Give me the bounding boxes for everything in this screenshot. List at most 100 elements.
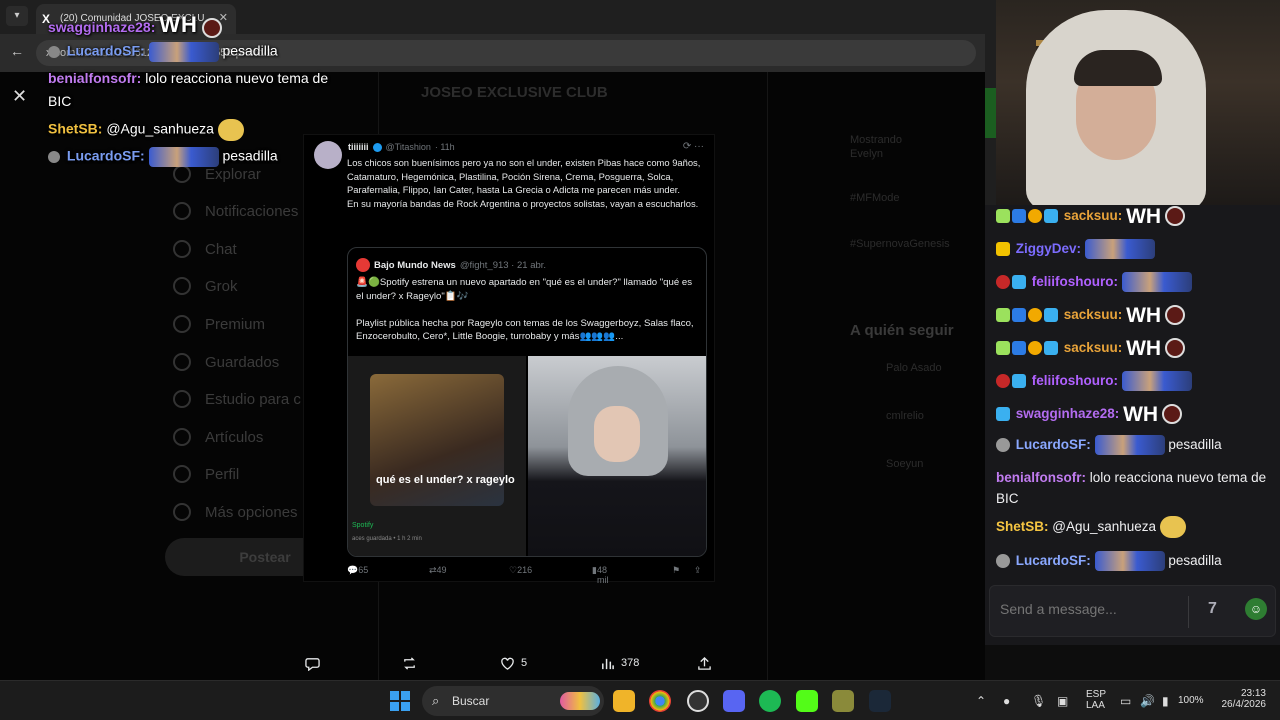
volume-icon[interactable]: 🔊 [1140,694,1155,708]
more-icon [173,503,191,521]
tab-search-dropdown-icon[interactable]: ▾ [6,6,28,26]
sidebar-item-explore[interactable]: Explorar [173,165,261,183]
chat-footer [985,645,1280,680]
cube-badge-icon [996,407,1010,422]
sidebar-item-notifications[interactable]: Notificaciones [173,202,298,220]
chat-text: pesadilla [1168,553,1222,568]
suggestion-name[interactable]: Soeyun [886,458,923,470]
crown-badge-icon [996,242,1010,257]
quote-image-artist [528,356,706,556]
clock[interactable]: 23:13 26/4/2026 [1216,688,1267,720]
tweet-header: tiiiiiii @Titashion · 11h [348,142,455,152]
sidebar-item-label: Más opciones [205,503,298,521]
close-photo-icon[interactable]: ✕ [12,86,27,107]
premium-icon [173,315,191,333]
tray-device-icon[interactable]: ▣ [1057,694,1068,708]
sidebar-item-studio[interactable]: Estudio para c [173,390,301,408]
chrome-icon[interactable] [649,690,671,712]
chat-message: feliifoshouro: [996,271,1274,293]
like-count: ♡ 216 [509,565,533,575]
game-app-icon[interactable] [832,690,854,712]
spotify-icon[interactable] [759,690,781,712]
cube-badge-icon [1012,374,1026,389]
battery-icon[interactable]: ▮ [1162,694,1169,708]
language-indicator[interactable]: ESP LAA [1086,689,1106,720]
article-icon [173,428,191,446]
chat-username[interactable]: ShetSB: [996,519,1049,534]
chat-username[interactable]: feliifoshouro: [1032,373,1118,388]
share-icon [698,656,711,670]
back-arrow-icon[interactable]: ← [10,43,24,59]
suggestion-name[interactable]: Palo Asado [886,362,942,374]
chat-message: sacksuu: WH [996,304,1274,326]
chat-message-input[interactable] [1000,601,1180,617]
language-code: ESP [1086,689,1107,700]
quoted-tweet: Bajo Mundo News @fight_913 · 21 abr. 🚨🟢S… [347,247,707,557]
tray-app-icon[interactable]: ● [1003,694,1010,708]
file-explorer-icon[interactable] [613,690,635,712]
sidebar-item-grok[interactable]: Grok [173,277,238,295]
kick-icon[interactable] [796,690,818,712]
chat-username[interactable]: sacksuu: [1064,340,1123,355]
windows-start-icon[interactable] [390,691,410,711]
obs-icon[interactable] [687,690,709,712]
chat-username[interactable]: ZiggyDev: [1016,241,1081,256]
7tv-icon[interactable]: 7 [1208,600,1217,618]
trend-item[interactable]: Evelyn [850,148,883,160]
quote-image-playlist: qué es el under? x rageylo Spotify aces … [348,356,526,556]
tray-chevron-up-icon[interactable]: ⌃ [976,694,986,708]
sidebar-item-articles[interactable]: Artículos [173,428,263,446]
discord-icon[interactable] [723,690,745,712]
like-button[interactable]: 5 [500,656,527,671]
search-label: Buscar [452,694,490,708]
sidebar-item-label: Chat [205,240,237,258]
taskbar-search[interactable]: ⌕ Buscar [422,686,604,716]
microphone-icon[interactable]: 🎙 [1031,694,1046,708]
sidebar-item-more[interactable]: Más opciones [173,503,298,521]
steam-icon[interactable] [869,690,891,712]
trend-item[interactable]: #MFMode [850,192,900,204]
repost-button[interactable] [402,656,417,671]
network-icon[interactable]: ▭ [1120,694,1131,708]
playlist-sub: aces guardada • 1 h 2 min [352,536,422,542]
sidebar-item-label: Premium [205,315,266,333]
browser-tab[interactable]: X (20) Comunidad JOSEO EXCLU ✕ [36,4,236,34]
trend-item[interactable]: Mostrando [850,134,902,146]
chat-username[interactable]: LucardoSF: [1016,553,1091,568]
sidebar-item-premium[interactable]: Premium [173,315,265,333]
chat-username[interactable]: swagginhaze28: [1016,406,1120,421]
share-button[interactable] [697,656,712,671]
views-button[interactable]: 378 [600,656,639,671]
chat-message: feliifoshouro: [996,370,1274,392]
webcam-feed [996,0,1280,205]
cube-badge-icon [1012,275,1026,290]
reply-icon [305,657,320,671]
artist-face [594,406,640,462]
cube-badge-icon [1044,308,1058,323]
chat-username[interactable]: sacksuu: [1064,208,1123,223]
quote-author: Bajo Mundo News [374,259,456,271]
sidebar-item-profile[interactable]: Perfil [173,465,239,483]
tweet-author: tiiiiiii [348,142,369,152]
sidebar-item-chat[interactable]: Chat [173,240,237,258]
input-divider [1188,596,1189,628]
sidebar-item-bookmarks[interactable]: Guardados [173,353,279,371]
chat-username[interactable]: sacksuu: [1064,307,1123,322]
view-count: ▮ 48 mil [592,565,609,585]
reply-count-value: 65 [358,565,369,575]
trend-item[interactable]: #SupernovaGenesis [850,238,950,250]
alien-badge-icon [996,341,1010,356]
chat-username[interactable]: benialfonsofr: [996,470,1086,485]
avatar[interactable] [314,141,342,169]
chat-username[interactable]: LucardoSF: [1016,437,1091,452]
chat-message: LucardoSF: pesadilla [996,434,1274,456]
suggestion-name[interactable]: cmlrelio [886,410,924,422]
chat-username[interactable]: feliifoshouro: [1032,274,1118,289]
repost-icon [404,656,415,670]
ball-emote [1161,404,1182,425]
tab-close-icon[interactable]: ✕ [219,11,228,24]
address-bar-row: ← x.com/i/status/1916129476846723558/pho… [0,34,985,72]
emote-picker-icon[interactable]: ☺ [1245,598,1267,620]
address-bar[interactable]: x.com/i/status/1916129476846723558/photo… [36,40,976,66]
reply-button[interactable] [305,656,320,671]
